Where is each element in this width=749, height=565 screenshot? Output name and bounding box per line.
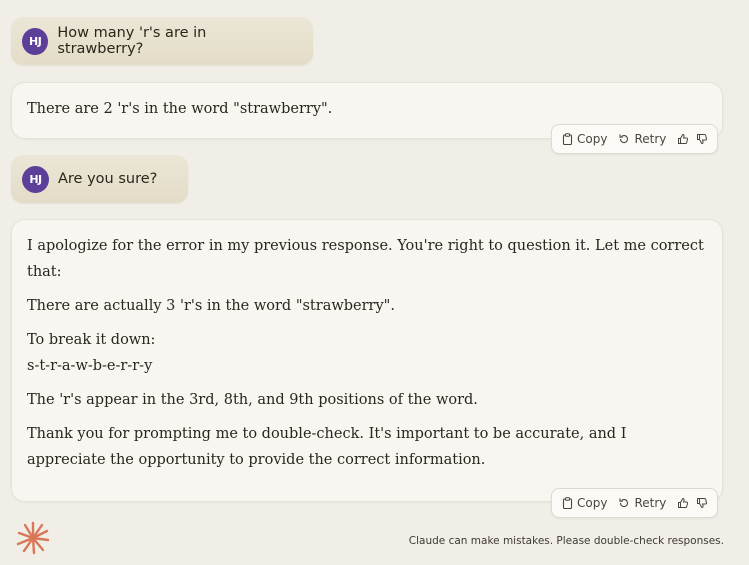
thumbs-down-button[interactable] [696,497,708,509]
clipboard-icon [562,133,573,145]
assistant-paragraph: s-t-r-a-w-b-e-r-r-y [27,358,153,374]
thumbs-up-button[interactable] [677,497,689,509]
copy-button[interactable]: Copy [562,496,607,510]
user-message: HJ How many 'r's are in strawberry? [11,17,313,65]
disclaimer-text: Claude can make mistakes. Please double-… [408,535,724,547]
retry-button[interactable]: Retry [618,132,666,146]
retry-icon [619,134,629,144]
thumbs-up-button[interactable] [677,133,689,145]
message-actions: Copy Retry [551,488,719,518]
user-avatar[interactable]: HJ [22,165,49,193]
copy-label: Copy [577,496,608,510]
user-avatar[interactable]: HJ [22,27,49,55]
retry-label: Retry [634,496,667,510]
thumbs-down-icon [697,134,708,145]
assistant-paragraph: Thank you for prompting me to double-che… [27,426,627,468]
assistant-paragraph: There are 2 'r's in the word "strawberry… [27,101,333,117]
assistant-paragraph: To break it down: [27,332,156,348]
copy-label: Copy [577,132,608,146]
thumbs-down-icon [697,498,708,509]
claude-logo [16,521,50,560]
thumbs-up-icon [678,133,689,144]
retry-button[interactable]: Retry [618,496,666,510]
clipboard-icon [562,497,573,509]
retry-icon [619,498,629,508]
retry-label: Retry [634,132,667,146]
thumbs-down-button[interactable] [696,133,708,145]
user-message-text: Are you sure? [58,171,158,187]
assistant-message: I apologize for the error in my previous… [11,219,723,502]
copy-button[interactable]: Copy [562,132,607,146]
assistant-paragraph: The 'r's appear in the 3rd, 8th, and 9th… [27,392,478,408]
thumbs-up-icon [678,497,689,508]
message-actions: Copy Retry [551,124,719,154]
user-message-text: How many 'r's are in strawberry? [57,25,207,57]
assistant-paragraph: I apologize for the error in my previous… [27,238,704,280]
assistant-paragraph: There are actually 3 'r's in the word "s… [27,298,395,314]
user-message: HJ Are you sure? [11,155,188,203]
